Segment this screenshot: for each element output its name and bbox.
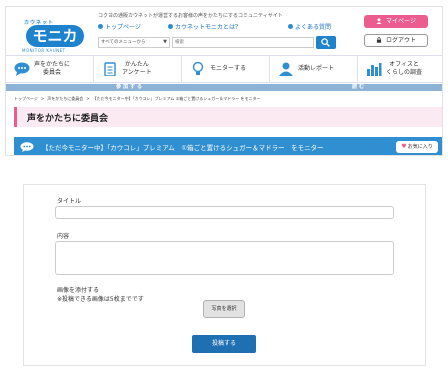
logo-english: MONITOR KAUNET	[22, 48, 66, 53]
lightbulb-icon	[192, 62, 204, 75]
breadcrumb-separator: >	[86, 96, 90, 101]
page-title: 声をかたちに委員会	[27, 114, 109, 124]
search-input[interactable]: 検索	[172, 37, 314, 48]
breadcrumb: トップページ > 声をかたちに委員会 > 【ただ今モニター中】「カウコレ」プレミアム ①…	[14, 96, 261, 102]
search-button[interactable]	[316, 36, 336, 49]
nav-label: オフィスと くらしの調査	[386, 61, 423, 76]
content-textarea[interactable]	[55, 241, 394, 275]
nav-item-monitor[interactable]: モニターする	[182, 56, 270, 83]
bar-chart-icon	[367, 63, 382, 76]
site-tagline: コクヨの通販カウネットが運営するお客様の声をかたちにするコミュニティサイト	[98, 13, 283, 19]
circle-bullet-icon	[168, 24, 173, 29]
breadcrumb-separator: >	[40, 96, 45, 101]
title-label: タイトル	[57, 198, 82, 205]
favorite-label: お気に入り	[407, 144, 433, 150]
submit-post-button[interactable]: 投稿する	[192, 335, 256, 353]
chat-bubble-icon	[14, 62, 30, 76]
clipboard-icon	[104, 62, 116, 76]
select-photo-button[interactable]: 写真を選択	[203, 300, 245, 318]
site-header-panel: カウネット モニカ MONITOR KAUNET コクヨの通販カウネットが運営す…	[5, 6, 443, 156]
logout-button[interactable]: ログアウト	[364, 34, 428, 47]
top-link-label: トップページ	[105, 24, 141, 31]
lock-icon	[376, 37, 382, 43]
site-logo[interactable]: カウネット モニカ MONITOR KAUNET	[12, 13, 94, 53]
nav-item-survey[interactable]: かんたん アンケート	[94, 56, 182, 83]
top-link-faq[interactable]: よくある質問	[288, 22, 331, 31]
mypage-label: マイページ	[386, 18, 416, 25]
nav-item-voice-committee[interactable]: 声をかたちに 委員会	[6, 56, 94, 83]
top-link-about[interactable]: カウネットモニカとは？	[168, 22, 241, 31]
attach-image-note: ※投稿できる画像は5枚までです	[57, 296, 144, 303]
top-link-label: よくある質問	[295, 24, 332, 31]
nav-item-report[interactable]: 活動レポート	[270, 56, 358, 83]
nav-label: モニターする	[210, 65, 247, 72]
breadcrumb-current: 【ただ今モニター中】「カウコレ」プレミアム ①箱ごと置けるシュガー＆マドラー を…	[92, 96, 261, 101]
post-form: タイトル 内容 画像を添付する ※投稿できる画像は5枚までです 写真を選択 投稿…	[23, 184, 426, 366]
nav-category-bar: 参加する 読む	[6, 84, 442, 91]
top-link-label: カウネットモニカとは？	[175, 24, 242, 31]
title-input[interactable]	[55, 206, 394, 219]
content-label: 内容	[57, 233, 70, 240]
page-title-bar: 声をかたちに委員会	[14, 107, 442, 127]
monitor-banner: 【ただ今モニター中】「カウコレ」プレミアム ①箱ごと置けるシュガー＆マドラー を…	[14, 137, 442, 155]
category-join: 参加する	[116, 84, 145, 90]
top-link-home[interactable]: トップページ	[98, 22, 141, 31]
nav-label: 声をかたちに 委員会	[34, 61, 71, 76]
user-icon	[376, 18, 382, 24]
search-scope-value: すべてのメニューから	[101, 40, 146, 45]
category-read: 読む	[352, 84, 367, 90]
circle-bullet-icon	[288, 24, 293, 29]
breadcrumb-link-top[interactable]: トップページ	[14, 96, 38, 101]
breadcrumb-link-committee[interactable]: 声をかたちに委員会	[47, 96, 83, 101]
heart-icon: ♥	[401, 143, 407, 150]
circle-bullet-icon	[98, 24, 103, 29]
banner-title: 【ただ今モニター中】「カウコレ」プレミアム ①箱ごと置けるシュガー＆マドラー を…	[42, 144, 324, 152]
search-icon	[321, 38, 330, 47]
nav-label: 活動レポート	[298, 65, 335, 72]
favorite-button[interactable]: ♥お気に入り	[396, 141, 438, 153]
logout-label: ログアウト	[385, 37, 416, 44]
person-icon	[279, 62, 293, 76]
nav-item-research[interactable]: オフィスと くらしの調査	[358, 56, 442, 83]
chat-bubble-icon	[20, 142, 34, 152]
main-nav: 声をかたちに 委員会 かんたん アンケート モニターする 活動レポート オフィス…	[6, 55, 442, 83]
attach-image-label: 画像を添付する	[57, 287, 100, 294]
mypage-button[interactable]: マイページ	[364, 15, 428, 28]
nav-label: かんたん アンケート	[122, 61, 152, 76]
search-scope-select[interactable]: すべてのメニューから ▼	[98, 37, 170, 48]
logo-wordmark: モニカ	[26, 25, 84, 47]
caret-down-icon: ▼	[163, 39, 167, 45]
